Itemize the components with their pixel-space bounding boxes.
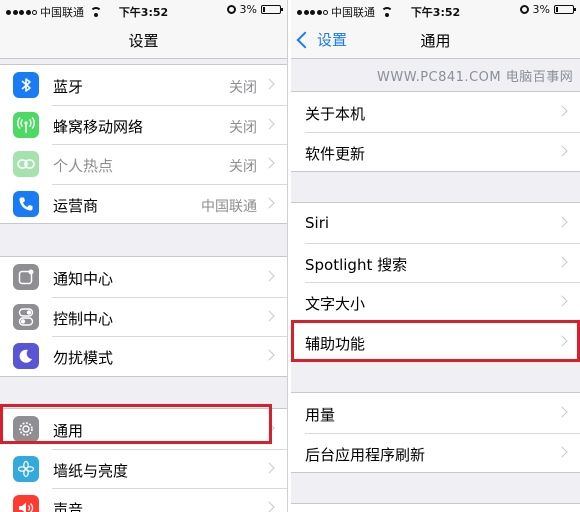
general-item-label: 辅助功能 [305,334,366,353]
general-panel: 中国联通 下午3:52 3% 设置 通用 WWW.PC841.COM 电脑百事网… [291,0,580,512]
chevron-right-icon [263,157,275,169]
moon-icon [13,343,39,369]
about-group: 关于本机 软件更新 [291,91,580,172]
settings-item-control-center[interactable]: 控制中心 [0,296,287,337]
settings-item-notification-center[interactable]: 通知中心 [0,257,287,297]
settings-item-bluetooth[interactable]: 蓝牙 关闭 [0,65,287,105]
settings-item-label: 运营商 [53,196,99,215]
gear-icon [13,416,39,442]
cellular-icon [13,111,39,138]
chevron-right-icon [263,349,275,361]
speaker-icon [13,495,39,512]
settings-item-value: 中国联通 [201,198,257,215]
general-item-label: Siri [305,214,330,232]
chevron-right-icon [556,295,568,307]
general-item-label: 文字大小 [305,295,366,313]
settings-item-wallpaper-brightness[interactable]: 墙纸与亮度 [0,448,287,489]
settings-panel: 中国联通 下午3:52 3% 设置 蓝牙 关闭 蜂窝移动网络 关闭 个人热点 关… [0,0,287,512]
chevron-right-icon [556,216,568,228]
general-item-spotlight[interactable]: Spotlight 搜索 [291,242,580,283]
settings-item-label: 通知中心 [53,270,114,288]
status-bar: 中国联通 下午3:52 3% [291,0,580,20]
settings-item-label: 蓝牙 [53,78,84,96]
chevron-right-icon [556,255,568,268]
battery-icon [261,5,283,14]
wallpaper-flower-icon [13,455,39,482]
settings-item-cellular[interactable]: 蜂窝移动网络 关闭 [0,104,287,145]
chevron-right-icon [263,270,275,282]
connectivity-group: 蓝牙 关闭 蜂窝移动网络 关闭 个人热点 关闭 运营商 中国联通 [0,64,287,224]
navigation-bar: 设置 [0,20,287,59]
general-item-label: 后台应用程序刷新 [305,445,426,464]
settings-item-sounds[interactable]: 声音 [0,488,287,512]
settings-item-label: 墙纸与亮度 [53,461,129,480]
chevron-right-icon [263,196,275,209]
features-group: Siri Spotlight 搜索 文字大小 辅助功能 [291,202,580,362]
general-item-text-size[interactable]: 文字大小 [291,282,580,322]
settings-item-label: 通用 [53,422,84,440]
chevron-right-icon [556,445,568,458]
battery-percent: 3% [532,3,550,16]
alarm-icon [226,5,236,14]
settings-item-carrier[interactable]: 运营商 中国联通 [0,183,287,224]
general-group: 通用 墙纸与亮度 声音 [0,408,287,512]
settings-item-do-not-disturb[interactable]: 勿扰模式 [0,336,287,376]
settings-item-label: 蜂窝移动网络 [53,117,144,136]
chevron-right-icon [263,309,275,322]
chevron-right-icon [556,105,568,117]
chevron-right-icon [263,501,275,512]
general-item-label: 用量 [305,406,336,424]
bluetooth-icon [13,72,39,98]
settings-item-label: 声音 [53,501,84,512]
general-item-siri[interactable]: Siri [291,203,580,243]
battery-icon [554,5,576,14]
status-bar: 中国联通 下午3:52 3% [0,0,287,20]
chevron-right-icon [263,461,275,474]
settings-item-label: 控制中心 [53,309,114,328]
chevron-right-icon [263,117,275,130]
general-item-label: 关于本机 [305,105,366,123]
general-item-software-update[interactable]: 软件更新 [291,131,580,172]
carrier-phone-icon [13,190,39,217]
navigation-bar: 设置 通用 [291,20,580,59]
chevron-right-icon [556,144,568,157]
general-item-label: Spotlight 搜索 [305,255,408,274]
settings-item-label: 个人热点 [53,157,114,175]
general-item-about[interactable]: 关于本机 [291,92,580,132]
settings-item-value: 关闭 [229,119,257,136]
settings-item-general[interactable]: 通用 [0,409,287,449]
chevron-right-icon [556,334,568,347]
notification-center-icon [13,264,39,290]
general-item-label: 软件更新 [305,144,366,163]
general-item-usage[interactable]: 用量 [291,393,580,433]
chevron-right-icon [556,406,568,418]
general-item-accessibility[interactable]: 辅助功能 [291,321,580,362]
usage-group: 用量 后台应用程序刷新 [291,392,580,473]
hotspot-icon [13,151,39,177]
page-title: 通用 [420,32,451,50]
chevron-right-icon [263,422,275,434]
page-title: 设置 [128,32,159,50]
settings-item-value: 关闭 [229,80,257,96]
control-center-icon [13,303,39,330]
center-group: 通知中心 控制中心 勿扰模式 [0,256,287,377]
watermark-text: WWW.PC841.COM 电脑百事网 [377,70,574,85]
alarm-icon [519,5,529,14]
settings-item-label: 勿扰模式 [53,349,114,367]
chevron-right-icon [263,78,275,90]
next-group-edge [291,503,580,512]
general-item-background-refresh[interactable]: 后台应用程序刷新 [291,432,580,473]
battery-percent: 3% [239,3,257,16]
settings-item-value: 关闭 [229,159,257,175]
settings-item-hotspot[interactable]: 个人热点 关闭 [0,144,287,184]
